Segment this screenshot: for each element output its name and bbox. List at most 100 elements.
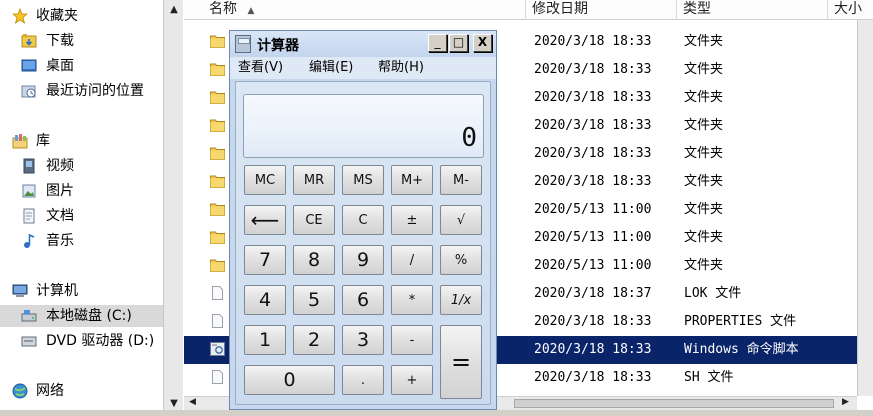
m-plus-button[interactable]: M+ xyxy=(391,165,433,195)
scroll-left-icon[interactable]: ◀ xyxy=(189,397,196,407)
mc-button[interactable]: MC xyxy=(244,165,286,195)
nav-favorites[interactable]: 收藏夹 xyxy=(0,5,163,27)
nav-recent[interactable]: 最近访问的位置 xyxy=(0,80,163,102)
ms-button[interactable]: MS xyxy=(342,165,384,195)
nav-network[interactable]: 网络 xyxy=(0,380,163,402)
music-icon xyxy=(24,233,35,248)
plus-minus-button[interactable]: ± xyxy=(391,205,433,235)
menu-edit[interactable]: 编辑(E) xyxy=(309,60,353,76)
nav-libraries[interactable]: 库 xyxy=(0,130,163,152)
column-type[interactable]: 类型 xyxy=(677,0,828,20)
display-value: 0 xyxy=(461,123,477,153)
column-size[interactable]: 大小 xyxy=(828,0,873,20)
file-type-cell: 文件夹 xyxy=(684,90,724,105)
digit-9-button[interactable]: 9 xyxy=(342,245,384,275)
digit-3-button[interactable]: 3 xyxy=(342,325,384,355)
reciprocal-button[interactable]: 1/x xyxy=(440,285,482,315)
nav-local-disk[interactable]: 本地磁盘 (C:) xyxy=(0,305,163,327)
square-root-button[interactable]: √ xyxy=(440,205,482,235)
nav-desktop[interactable]: 桌面 xyxy=(0,55,163,77)
hard-drive-icon xyxy=(21,310,37,322)
digit-6-button[interactable]: 6 xyxy=(342,285,384,315)
nav-dvd-label: DVD 驱动器 (D:) xyxy=(46,333,155,349)
digit-0-button[interactable]: 0 xyxy=(244,365,335,395)
menu-view[interactable]: 查看(V) xyxy=(238,60,283,76)
add-button[interactable]: + xyxy=(391,365,433,395)
file-type-cell: 文件夹 xyxy=(684,34,724,49)
m-minus-button[interactable]: M- xyxy=(440,165,482,195)
digit-8-button[interactable]: 8 xyxy=(293,245,335,275)
modified-date-cell: 2020/3/18 18:33 xyxy=(534,342,652,357)
subtract-button[interactable]: - xyxy=(391,325,433,355)
mr-button[interactable]: MR xyxy=(293,165,335,195)
modified-date-cell: 2020/3/18 18:33 xyxy=(534,174,652,189)
calculator-title-bar[interactable]: 计算器 _ □ X xyxy=(230,31,496,57)
file-type-cell: 文件夹 xyxy=(684,146,724,161)
column-size-label: 大小 xyxy=(834,1,862,17)
modified-date-cell: 2020/3/18 18:33 xyxy=(534,146,652,161)
equals-button[interactable]: = xyxy=(440,325,482,399)
nav-dvd[interactable]: DVD 驱动器 (D:) xyxy=(0,330,163,352)
column-modified-label: 修改日期 xyxy=(532,1,588,17)
scroll-down-icon[interactable]: ▼ xyxy=(168,398,180,409)
nav-pictures[interactable]: 图片 xyxy=(0,180,163,202)
folder-icon xyxy=(210,174,225,188)
nav-desktop-label: 桌面 xyxy=(46,58,74,74)
column-modified[interactable]: 修改日期 xyxy=(526,0,677,20)
scroll-up-icon[interactable]: ▲ xyxy=(168,4,180,15)
recent-places-icon xyxy=(21,85,36,98)
documents-icon xyxy=(23,208,35,224)
modified-date-cell: 2020/3/18 18:33 xyxy=(534,90,652,105)
folder-icon xyxy=(210,34,225,48)
folder-icon xyxy=(210,258,225,272)
nav-computer[interactable]: 计算机 xyxy=(0,280,163,302)
divide-button[interactable]: / xyxy=(391,245,433,275)
menu-help[interactable]: 帮助(H) xyxy=(378,60,424,76)
backspace-button[interactable]: ⟵ xyxy=(244,205,286,235)
file-type-cell: 文件夹 xyxy=(684,258,724,273)
nav-music[interactable]: 音乐 xyxy=(0,230,163,252)
horizontal-scroll-thumb[interactable] xyxy=(514,399,834,408)
decimal-button[interactable]: . xyxy=(342,365,384,395)
nav-videos-label: 视频 xyxy=(46,158,74,174)
file-type-cell: Windows 命令脚本 xyxy=(684,342,799,357)
nav-music-label: 音乐 xyxy=(46,233,74,249)
close-button[interactable]: X xyxy=(473,34,492,52)
list-scrollbar[interactable] xyxy=(857,20,873,396)
column-header: 名称 ▲ 修改日期 类型 大小 xyxy=(184,0,873,20)
maximize-button[interactable]: □ xyxy=(449,34,468,52)
column-name[interactable]: 名称 ▲ xyxy=(203,0,526,20)
minimize-button[interactable]: _ xyxy=(428,34,447,52)
file-type-cell: 文件夹 xyxy=(684,202,724,217)
multiply-button[interactable]: * xyxy=(391,285,433,315)
digit-2-button[interactable]: 2 xyxy=(293,325,335,355)
folder-icon xyxy=(210,146,225,160)
digit-7-button[interactable]: 7 xyxy=(244,245,286,275)
calculator-display: 0 xyxy=(243,94,484,158)
file-icon xyxy=(210,286,225,300)
digit-5-button[interactable]: 5 xyxy=(293,285,335,315)
calculator-window[interactable]: 计算器 _ □ X 查看(V) 编辑(E) 帮助(H) 0 MC MR MS M… xyxy=(229,30,497,410)
digit-1-button[interactable]: 1 xyxy=(244,325,286,355)
calculator-body: 0 MC MR MS M+ M- ⟵ CE C ± √ 7 8 9 / % 4 … xyxy=(235,81,491,405)
percent-button[interactable]: % xyxy=(440,245,482,275)
nav-downloads[interactable]: 下载 xyxy=(0,30,163,52)
scroll-right-icon[interactable]: ▶ xyxy=(842,397,849,407)
library-icon xyxy=(12,134,28,149)
nav-documents-label: 文档 xyxy=(46,208,74,224)
desktop-icon xyxy=(21,59,37,72)
digit-4-button[interactable]: 4 xyxy=(244,285,286,315)
file-type-cell: SH 文件 xyxy=(684,370,734,385)
column-type-label: 类型 xyxy=(683,1,711,17)
download-folder-icon xyxy=(21,34,37,48)
clear-entry-button[interactable]: CE xyxy=(293,205,335,235)
computer-icon xyxy=(12,284,28,297)
modified-date-cell: 2020/3/18 18:33 xyxy=(534,314,652,329)
nav-videos[interactable]: 视频 xyxy=(0,155,163,177)
video-icon xyxy=(23,158,35,174)
clear-button[interactable]: C xyxy=(342,205,384,235)
nav-computer-label: 计算机 xyxy=(36,283,78,299)
nav-documents[interactable]: 文档 xyxy=(0,205,163,227)
modified-date-cell: 2020/3/18 18:33 xyxy=(534,370,652,385)
nav-scrollbar[interactable]: ▲ ▼ xyxy=(163,0,183,416)
